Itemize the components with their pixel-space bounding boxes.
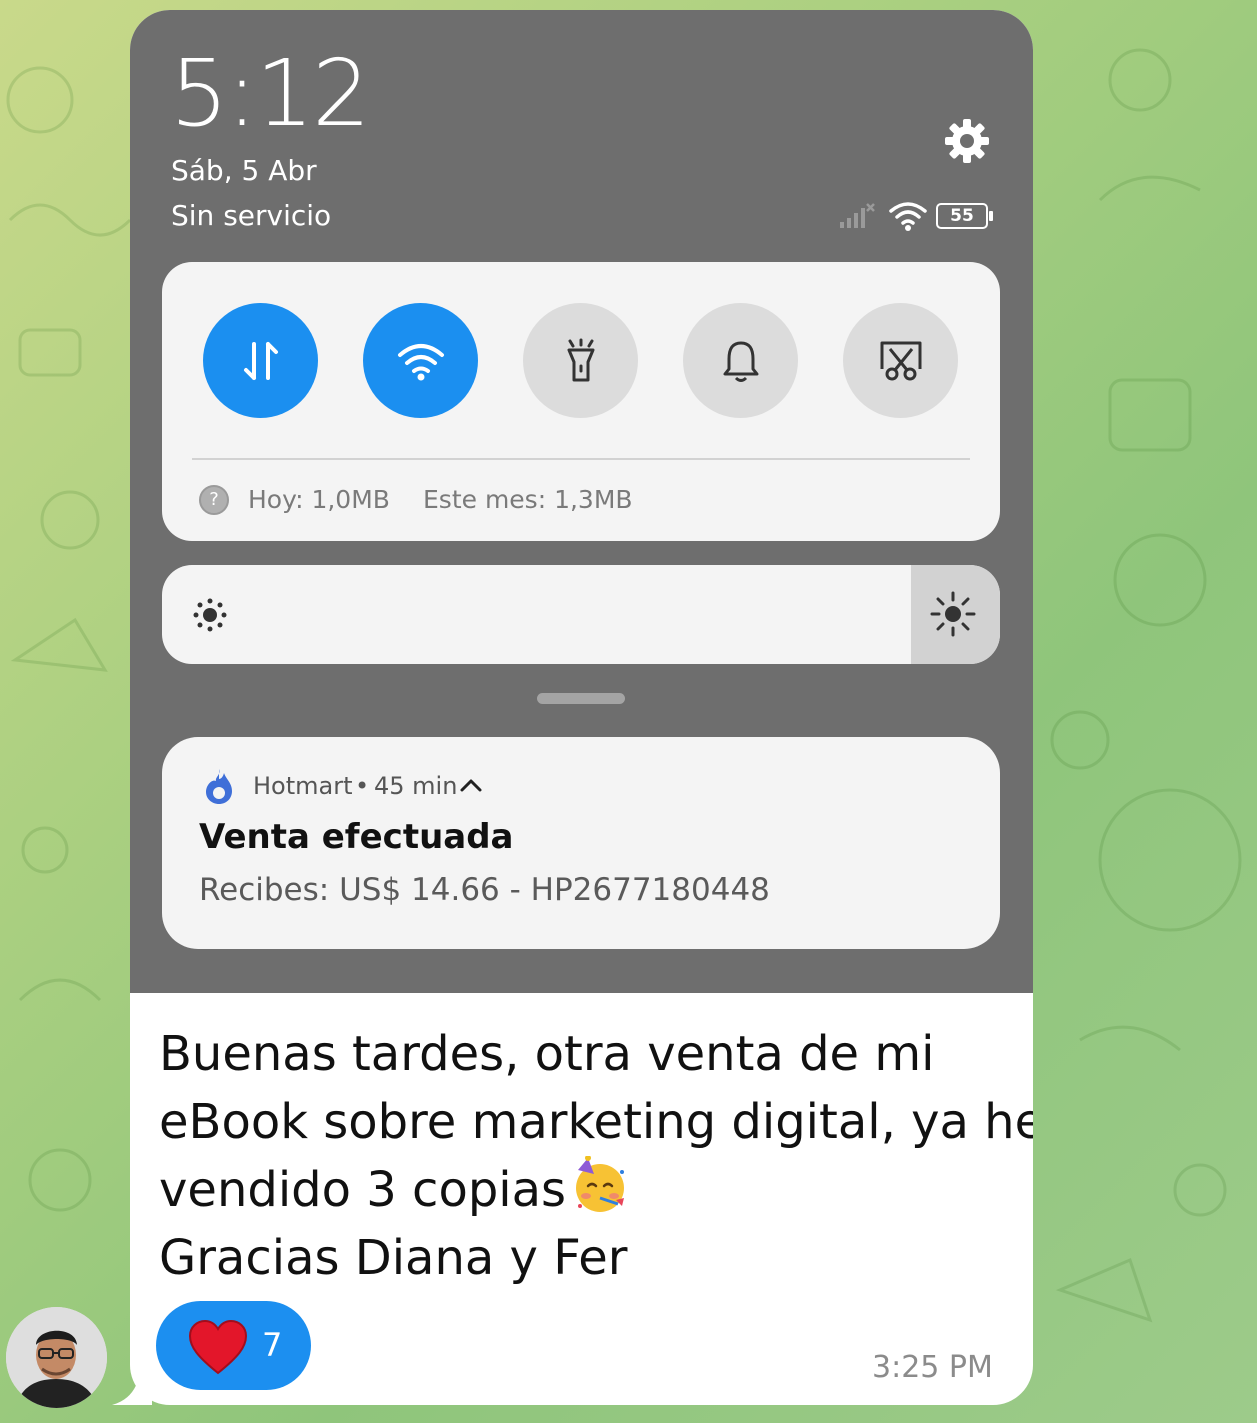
- chevron-up-icon[interactable]: [459, 777, 483, 793]
- flashlight-toggle[interactable]: [523, 303, 638, 418]
- message-line: vendido 3 copias: [159, 1162, 567, 1218]
- sound-toggle[interactable]: [683, 303, 798, 418]
- scissors-icon: [880, 341, 921, 380]
- flashlight-icon: [567, 338, 594, 381]
- avatar[interactable]: [6, 1307, 107, 1408]
- quick-settings-panel: ? Hoy: 1,0MB Este mes: 1,3MB: [162, 262, 1000, 541]
- drag-handle[interactable]: [537, 693, 625, 704]
- heart-icon: [188, 1319, 248, 1375]
- brightness-slider[interactable]: [162, 565, 1000, 664]
- usage-today: Hoy: 1,0MB: [248, 485, 390, 514]
- clock-date: Sáb, 5 Abr: [171, 154, 317, 187]
- carrier-status: Sin servicio: [171, 199, 332, 232]
- heart-reaction[interactable]: 7: [156, 1301, 311, 1390]
- battery-level: 55: [936, 203, 988, 229]
- message-line: Buenas tardes, otra venta de mi: [159, 1026, 935, 1082]
- brightness-high-icon: [930, 591, 976, 637]
- wifi-toggle[interactable]: [363, 303, 478, 418]
- message-line: Gracias Diana y Fer: [159, 1230, 628, 1286]
- gear-icon[interactable]: [942, 116, 992, 166]
- data-arrows-icon: [243, 341, 278, 380]
- clock-time: 5:12: [170, 40, 371, 147]
- notification-age: 45 min: [374, 772, 458, 800]
- battery-icon: 55: [936, 203, 994, 229]
- partying-face-emoji: [576, 1156, 625, 1212]
- message-bubble[interactable]: 5:12 Sáb, 5 Abr Sin servicio 55 ? Hoy: 1…: [130, 10, 1033, 1405]
- notification-shade-screenshot[interactable]: 5:12 Sáb, 5 Abr Sin servicio 55 ? Hoy: 1…: [130, 10, 1033, 993]
- wifi-icon: [397, 343, 444, 380]
- brightness-low-icon: [193, 598, 227, 632]
- reaction-count: 7: [262, 1326, 283, 1364]
- screenshot-toggle[interactable]: [843, 303, 958, 418]
- message-timestamp: 3:25 PM: [872, 1350, 993, 1385]
- hotmart-flame-icon: [206, 769, 232, 804]
- help-icon[interactable]: ?: [199, 485, 229, 515]
- message-text: Buenas tardes, otra venta de mi eBook so…: [159, 1020, 1033, 1292]
- bell-icon: [723, 341, 758, 382]
- status-icons: 55: [840, 200, 1000, 234]
- user-photo: [6, 1307, 107, 1408]
- divider: [192, 458, 970, 460]
- message-line: eBook sobre marketing digital, ya he: [159, 1094, 1033, 1150]
- message-line-with-emoji: vendido 3 copias: [159, 1156, 1009, 1224]
- usage-month: Este mes: 1,3MB: [423, 485, 633, 514]
- no-signal-icon: [840, 203, 875, 228]
- mobile-data-toggle[interactable]: [203, 303, 318, 418]
- hotmart-notification[interactable]: Hotmart • 45 min Venta efectuada Recibes…: [162, 737, 1000, 949]
- notification-body: Recibes: US$ 14.66 - HP2677180448: [199, 872, 770, 908]
- notification-app-name: Hotmart: [253, 772, 353, 800]
- notification-title: Venta efectuada: [199, 817, 514, 857]
- wifi-status-icon: [889, 202, 927, 231]
- notification-separator: •: [355, 772, 370, 800]
